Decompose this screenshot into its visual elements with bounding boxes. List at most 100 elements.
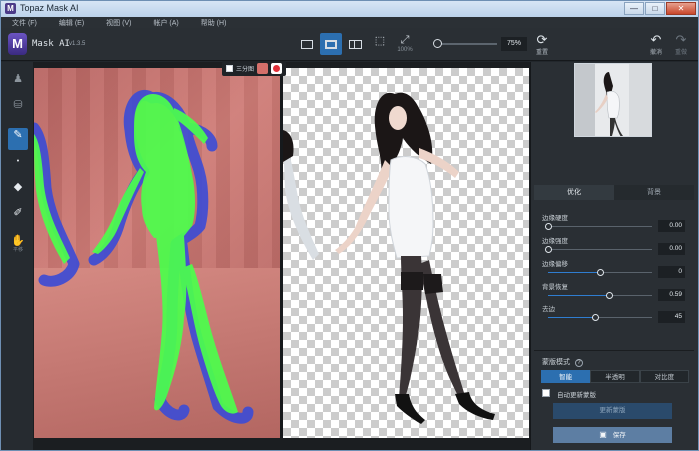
tab-refine[interactable]: 优化 (534, 185, 614, 200)
background-recovery-label: 背景恢复 (542, 284, 568, 291)
trimap-checkbox[interactable] (226, 65, 233, 72)
edge-hardness-value[interactable]: 0.00 (658, 220, 685, 232)
background-recovery-slider[interactable] (548, 295, 652, 296)
compare-view-icon (325, 39, 337, 49)
single-view-button[interactable] (296, 33, 318, 55)
eyedropper-icon: ✐ (13, 207, 23, 219)
pan-label: 平移 (12, 247, 23, 253)
zoom-100-button[interactable]: ⤢ 100% (396, 34, 414, 53)
undo-label: 撤消 (649, 50, 662, 56)
edge-strength-value[interactable]: 0.00 (658, 243, 685, 255)
panel-tabs: 优化 背景 (534, 185, 694, 200)
auto-update-label: 自动更新蒙版 (557, 392, 596, 399)
panel-separator (534, 350, 694, 351)
defringe-slider[interactable] (548, 317, 652, 318)
split-view-button[interactable] (344, 33, 366, 55)
thumbnail-image (575, 64, 651, 136)
edge-offset-label: 边缘偏移 (542, 261, 568, 268)
mode-contrast[interactable]: 对比度 (639, 370, 689, 383)
help-icon[interactable]: ? (574, 359, 583, 367)
edge-strength-label: 边缘强度 (542, 238, 568, 245)
mask-color-chip[interactable] (257, 63, 269, 74)
app-version: v1.3.5 (69, 41, 86, 47)
edge-strength-knob[interactable] (545, 246, 552, 253)
background-recovery-value[interactable]: 0.59 (658, 289, 685, 301)
background-tool[interactable]: ⛁ (8, 98, 28, 120)
eyedropper-tool[interactable]: ✐ (8, 206, 28, 228)
navigator-thumbnail[interactable] (574, 63, 652, 137)
background-recovery-knob[interactable] (606, 292, 613, 299)
minimize-button[interactable]: — (624, 2, 644, 15)
split-view-icon (348, 39, 362, 49)
update-mask-button[interactable]: 更新蒙版 (553, 403, 672, 419)
save-label: 保存 (612, 432, 626, 439)
maximize-button[interactable]: □ (645, 2, 665, 15)
save-button[interactable]: ▣ 保存 (553, 427, 672, 443)
edge-offset-value[interactable]: 0 (658, 266, 685, 278)
zoom-slider-knob[interactable] (433, 39, 442, 48)
single-view-icon (301, 39, 313, 49)
defringe-label: 去边 (542, 306, 555, 313)
zoom-slider[interactable] (437, 43, 497, 45)
app-logo: M (8, 33, 27, 55)
zoom-value[interactable]: 75% (501, 37, 527, 51)
zoom-100-label: 100% (397, 47, 413, 53)
compare-view-button[interactable] (320, 33, 342, 55)
mask-view[interactable] (34, 68, 280, 438)
defringe-value[interactable]: 45 (658, 311, 685, 323)
background-color-chip[interactable] (271, 63, 283, 74)
reset-button[interactable]: ⟳ 重置 (530, 32, 554, 57)
menu-view[interactable]: 视图 (V) (95, 17, 142, 28)
mask-overlay (34, 90, 254, 424)
menu-file[interactable]: 文件 (F) (1, 17, 48, 28)
auto-update-checkbox[interactable] (542, 389, 550, 397)
subject-tool[interactable]: ♟ (8, 72, 28, 94)
tool-panel: ♟ ⛁ ✎ • ◆ ✐ ✋ 平移 (1, 62, 33, 450)
trimap-toggle[interactable]: 三分图 (222, 61, 287, 76)
fill-tool[interactable]: ◆ (8, 180, 28, 202)
edge-hardness-slider[interactable] (548, 226, 652, 227)
save-icon: ▣ (599, 430, 607, 439)
title-bar: M Topaz Mask AI — □ ✕ (1, 1, 698, 17)
mode-translucent[interactable]: 半透明 (590, 370, 640, 383)
trimap-label: 三分图 (236, 67, 255, 73)
expand-icon: ⤢ (400, 34, 410, 46)
refresh-icon: ⟳ (536, 32, 548, 47)
redo-icon: ↷ (675, 32, 687, 47)
app-icon: M (5, 3, 16, 14)
menu-help[interactable]: 帮助 (H) (190, 17, 238, 28)
edge-offset-knob[interactable] (597, 269, 604, 276)
mask-mode-label: 蒙版模式 ? (542, 357, 583, 367)
brush-tool[interactable]: ✎ (8, 128, 28, 150)
toolbar: M Mask AI v1.3.5 ⬚ ⤢ 100% 75% ⟳ 重置 ↶ 撤消 … (1, 28, 698, 61)
edge-strength-slider[interactable] (548, 249, 652, 250)
preview-view[interactable] (283, 68, 529, 438)
close-button[interactable]: ✕ (666, 2, 696, 15)
dot-tool[interactable]: • (8, 154, 28, 176)
subject-cutout (283, 92, 495, 424)
app-window: M Topaz Mask AI — □ ✕ 文件 (F) 编辑 (E) 视图 (… (0, 0, 699, 451)
redo-button[interactable]: ↷ 重做 (669, 32, 693, 57)
person-icon: ♟ (13, 73, 23, 85)
pan-tool[interactable]: ✋ 平移 (8, 234, 28, 256)
undo-button[interactable]: ↶ 撤消 (644, 32, 668, 57)
tab-background[interactable]: 背景 (614, 185, 694, 200)
reset-label: 重置 (535, 50, 548, 56)
brush-gear-icon: ✎ (13, 129, 23, 141)
hand-icon: ✋ (11, 235, 25, 247)
mode-smart[interactable]: 智能 (541, 370, 591, 383)
fit-icon: ⬚ (374, 35, 386, 47)
defringe-knob[interactable] (592, 314, 599, 321)
menu-edit[interactable]: 编辑 (E) (48, 17, 95, 28)
menu-account[interactable]: 帐户 (A) (142, 17, 189, 28)
edge-hardness-label: 边缘硬度 (542, 215, 568, 222)
redo-label: 重做 (674, 50, 687, 56)
dot-icon: • (16, 158, 20, 165)
app-name: Mask AI (32, 39, 70, 49)
mask-mode-selector: 智能 半透明 对比度 (541, 370, 689, 383)
fill-bucket-icon: ◆ (13, 181, 23, 193)
window-title: Topaz Mask AI (20, 3, 79, 13)
fit-button[interactable]: ⬚ (373, 34, 387, 47)
edge-hardness-knob[interactable] (545, 223, 552, 230)
undo-icon: ↶ (650, 32, 662, 47)
